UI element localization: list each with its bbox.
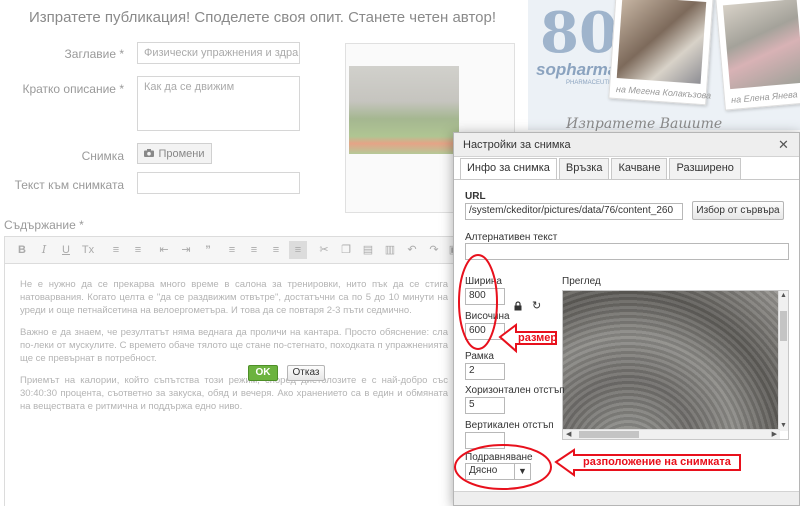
dialog-footer bbox=[454, 491, 799, 505]
image-properties-dialog: Настройки за снимка ✕ Инфо за снимка Връ… bbox=[453, 132, 800, 506]
align-justify-icon[interactable]: ≡ bbox=[289, 241, 307, 259]
brand-name: sopharma bbox=[536, 60, 618, 79]
align-right-icon[interactable]: ≡ bbox=[267, 241, 285, 259]
preview-label: Преглед bbox=[562, 276, 601, 287]
scroll-right-icon[interactable]: ▶ bbox=[772, 430, 777, 439]
undo-icon[interactable]: ↶ bbox=[403, 241, 421, 259]
align-left-icon[interactable]: ≡ bbox=[223, 241, 241, 259]
hspace-label: Хоризонтален отстъп bbox=[465, 385, 565, 396]
bullet-list-icon[interactable]: ≡ bbox=[129, 241, 147, 259]
preview-photo bbox=[563, 291, 780, 431]
title-input[interactable]: Физически упражнения и здравс bbox=[137, 42, 300, 64]
preview-vertical-scrollbar[interactable]: ▲ ▼ bbox=[778, 291, 788, 431]
change-image-label: Промени bbox=[158, 147, 205, 160]
height-input[interactable]: 600 bbox=[465, 323, 505, 340]
tab-advanced[interactable]: Разширено bbox=[669, 158, 741, 179]
remove-format-icon[interactable]: Tx bbox=[79, 241, 97, 259]
content-label: Съдържание * bbox=[4, 218, 84, 232]
image-text-label: Текст към снимката bbox=[14, 178, 124, 192]
change-image-button[interactable]: Промени bbox=[137, 143, 212, 164]
paste-icon[interactable]: ▤ bbox=[359, 241, 377, 259]
alt-text-input[interactable] bbox=[465, 243, 789, 260]
close-icon[interactable]: ✕ bbox=[776, 137, 791, 152]
vspace-label: Вертикален отстъп bbox=[465, 420, 554, 431]
photo-1 bbox=[616, 0, 707, 84]
editor-paragraph: Важно е да знаем, че резултатът няма вед… bbox=[20, 327, 448, 364]
height-label: Височина bbox=[465, 311, 510, 322]
indent-icon[interactable]: ⇥ bbox=[177, 241, 195, 259]
lock-ratio-icon[interactable] bbox=[513, 300, 523, 311]
tab-divider bbox=[454, 179, 799, 180]
image-text-input[interactable] bbox=[137, 172, 300, 194]
scroll-up-icon[interactable]: ▲ bbox=[780, 291, 787, 301]
dialog-title: Настройки за снимка bbox=[454, 133, 799, 157]
redo-icon[interactable]: ↷ bbox=[425, 241, 443, 259]
cancel-button[interactable]: Отказ bbox=[287, 365, 325, 381]
photo-caption-1: на Мегена Колакъзова bbox=[615, 83, 712, 101]
photo-card-2: на Елена Янева bbox=[715, 0, 800, 111]
paste-text-icon[interactable]: ▥ bbox=[381, 241, 399, 259]
vspace-input[interactable] bbox=[465, 432, 505, 449]
border-label: Рамка bbox=[465, 351, 494, 362]
image-preview: ▲ ▼ ◀ ▶ bbox=[562, 290, 789, 440]
reset-size-icon[interactable]: ↻ bbox=[532, 299, 541, 312]
url-label: URL bbox=[465, 191, 486, 202]
editor-paragraph: Приемът на калории, който съпътства този… bbox=[20, 375, 448, 412]
editor-toolbar: B I U Tx ≡ ≡ ⇤ ⇥ ” ≡ ≡ ≡ ≡ ✂ ❐ ▤ ▥ ↶ ↷ ▣ bbox=[4, 236, 464, 264]
alignment-value: Дясно bbox=[469, 465, 498, 476]
bold-icon[interactable]: B bbox=[13, 241, 31, 259]
alignment-label: Подравняване bbox=[465, 452, 533, 463]
scroll-down-icon[interactable]: ▼ bbox=[780, 421, 787, 431]
title-label: Заглавие * bbox=[64, 47, 124, 61]
cut-icon[interactable]: ✂ bbox=[315, 241, 333, 259]
sopharma-80-logo: 80 bbox=[540, 0, 618, 66]
browse-server-button[interactable]: Избор от сървъра bbox=[692, 201, 784, 220]
photo-card-1: на Мегена Колакъзова bbox=[608, 0, 714, 106]
image-thumbnail bbox=[349, 66, 459, 154]
promo-script-text: Изпратете Вашите bbox=[566, 116, 723, 132]
editor-content[interactable]: Не е нужно да се прекарва много време в … bbox=[4, 264, 464, 506]
ok-button[interactable]: OK bbox=[248, 365, 278, 381]
scroll-left-icon[interactable]: ◀ bbox=[566, 430, 571, 439]
underline-icon[interactable]: U bbox=[57, 241, 75, 259]
hspace-input[interactable]: 5 bbox=[465, 397, 505, 414]
image-label: Снимка bbox=[81, 149, 124, 163]
tab-upload[interactable]: Качване bbox=[611, 158, 668, 179]
short-description-input[interactable]: Как да се движим bbox=[137, 76, 300, 131]
alt-text-label: Алтернативен текст bbox=[465, 232, 558, 243]
width-label: Ширина bbox=[465, 276, 502, 287]
position-annotation: разположение на снимката bbox=[583, 456, 731, 468]
photo-2 bbox=[722, 0, 800, 90]
tab-link[interactable]: Връзка bbox=[558, 158, 610, 179]
numbered-list-icon[interactable]: ≡ bbox=[107, 241, 125, 259]
editor-paragraph: Не е нужно да се прекарва много време в … bbox=[20, 279, 448, 316]
page-heading: Изпратете публикация! Споделете своя опи… bbox=[29, 9, 496, 26]
camera-icon bbox=[144, 148, 155, 160]
chevron-down-icon[interactable]: ▼ bbox=[514, 464, 530, 479]
italic-icon[interactable]: I bbox=[35, 241, 53, 259]
outdent-icon[interactable]: ⇤ bbox=[155, 241, 173, 259]
preview-horizontal-scrollbar[interactable]: ◀ ▶ bbox=[563, 429, 780, 439]
blockquote-icon[interactable]: ” bbox=[199, 241, 217, 259]
width-input[interactable]: 800 bbox=[465, 288, 505, 305]
short-description-label: Кратко описание * bbox=[22, 82, 124, 96]
copy-icon[interactable]: ❐ bbox=[337, 241, 355, 259]
tab-image-info[interactable]: Инфо за снимка bbox=[460, 158, 557, 180]
border-input[interactable]: 2 bbox=[465, 363, 505, 380]
size-annotation: размер bbox=[518, 332, 558, 344]
url-input[interactable]: /system/ckeditor/pictures/data/76/conten… bbox=[465, 203, 683, 220]
alignment-select[interactable]: Дясно ▼ bbox=[465, 463, 531, 480]
photo-caption-2: на Елена Янева bbox=[730, 89, 798, 106]
dialog-tabs: Инфо за снимка Връзка Качване Разширено bbox=[460, 158, 741, 180]
align-center-icon[interactable]: ≡ bbox=[245, 241, 263, 259]
